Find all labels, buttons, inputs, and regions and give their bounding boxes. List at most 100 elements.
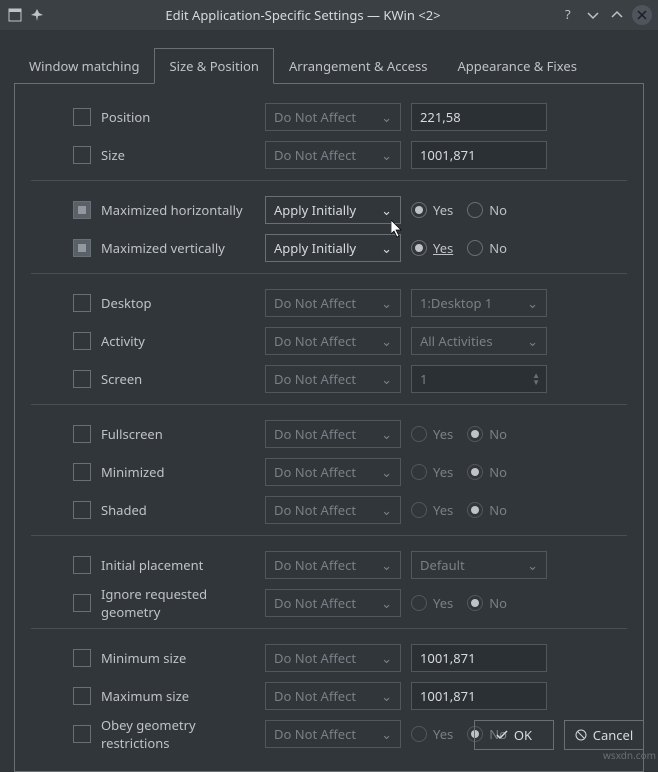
tab-bar: Window matching Size & Position Arrangem…: [0, 30, 658, 84]
rule-shaded[interactable]: Do Not Affect⌄: [265, 496, 401, 524]
chevron-down-icon: ⌄: [381, 425, 392, 443]
chevron-down-icon: ⌄: [381, 146, 392, 164]
row-max-h: Maximized horizontally Apply Initially⌄ …: [73, 195, 627, 225]
rule-position[interactable]: Do Not Affect⌄: [265, 103, 401, 131]
value-activity[interactable]: All Activities⌄: [411, 327, 547, 355]
rule-activity[interactable]: Do Not Affect⌄: [265, 327, 401, 355]
chevron-down-icon: ⌄: [381, 294, 392, 312]
label-max-size: Maximum size: [101, 687, 265, 705]
rule-minimized[interactable]: Do Not Affect⌄: [265, 458, 401, 486]
watermark: wsxdn.com: [603, 748, 656, 762]
value-position[interactable]: 221,58: [411, 103, 547, 131]
rule-size[interactable]: Do Not Affect⌄: [265, 141, 401, 169]
checkbox-minimized[interactable]: [73, 463, 91, 481]
value-screen[interactable]: 1▲▼: [411, 365, 547, 393]
checkbox-min-size[interactable]: [73, 649, 91, 667]
label-position: Position: [101, 108, 265, 126]
chevron-down-icon: ⌄: [381, 687, 392, 705]
chevron-down-icon: ⌄: [527, 294, 538, 312]
rule-min-size[interactable]: Do Not Affect⌄: [265, 644, 401, 672]
dialog-button-bar: OK Cancel: [474, 720, 644, 750]
label-ignore-geo: Ignore requested geometry: [101, 585, 265, 621]
rule-desktop[interactable]: Do Not Affect⌄: [265, 289, 401, 317]
divider: [31, 273, 627, 274]
tab-size-position[interactable]: Size & Position: [154, 48, 273, 84]
divider: [31, 404, 627, 405]
chevron-down-icon: ⌄: [381, 108, 392, 126]
checkbox-screen[interactable]: [73, 370, 91, 388]
label-minimized: Minimized: [101, 463, 265, 481]
cancel-icon: [575, 729, 587, 741]
chevron-down-icon: ⌄: [527, 556, 538, 574]
titlebar: Edit Application-Specific Settings — KWi…: [0, 0, 658, 30]
label-init-place: Initial placement: [101, 556, 265, 574]
chevron-down-icon: ⌄: [527, 332, 538, 350]
rule-obey-geo[interactable]: Do Not Affect⌄: [265, 720, 401, 748]
checkbox-desktop[interactable]: [73, 294, 91, 312]
checkbox-fullscreen[interactable]: [73, 425, 91, 443]
radio-ignore-geo-yes: [411, 595, 427, 611]
checkbox-max-h[interactable]: [73, 201, 91, 219]
maximize-icon[interactable]: [608, 6, 626, 24]
checkbox-size[interactable]: [73, 146, 91, 164]
row-shaded: Shaded Do Not Affect⌄ Yes No: [73, 495, 627, 525]
tab-window-matching[interactable]: Window matching: [14, 48, 154, 84]
tab-appearance-fixes[interactable]: Appearance & Fixes: [442, 48, 591, 84]
close-icon[interactable]: [632, 5, 652, 25]
ok-button[interactable]: OK: [474, 720, 554, 750]
radio-max-h-yes[interactable]: [411, 202, 427, 218]
label-screen: Screen: [101, 370, 265, 388]
rule-fullscreen[interactable]: Do Not Affect⌄: [265, 420, 401, 448]
divider: [31, 535, 627, 536]
row-ignore-geo: Ignore requested geometry Do Not Affect⌄…: [73, 588, 627, 618]
radio-max-h-no[interactable]: [467, 202, 483, 218]
tab-arrangement-access[interactable]: Arrangement & Access: [274, 48, 443, 84]
row-max-size: Maximum size Do Not Affect⌄ 1001,871: [73, 681, 627, 711]
pin-icon[interactable]: [28, 6, 46, 24]
radio-ignore-geo-no: [467, 595, 483, 611]
label-fullscreen: Fullscreen: [101, 425, 265, 443]
checkbox-activity[interactable]: [73, 332, 91, 350]
minimize-icon[interactable]: [584, 6, 602, 24]
value-max-size[interactable]: 1001,871: [411, 682, 547, 710]
divider: [31, 180, 627, 181]
checkbox-init-place[interactable]: [73, 556, 91, 574]
label-activity: Activity: [101, 332, 265, 350]
row-activity: Activity Do Not Affect⌄ All Activities⌄: [73, 326, 627, 356]
checkbox-obey-geo[interactable]: [73, 725, 91, 743]
checkbox-max-v[interactable]: [73, 239, 91, 257]
value-desktop[interactable]: 1:Desktop 1⌄: [411, 289, 547, 317]
checkbox-max-size[interactable]: [73, 687, 91, 705]
row-desktop: Desktop Do Not Affect⌄ 1:Desktop 1⌄: [73, 288, 627, 318]
value-init-place[interactable]: Default⌄: [411, 551, 547, 579]
rule-max-v[interactable]: Apply Initially⌄: [265, 234, 401, 262]
rule-max-size[interactable]: Do Not Affect⌄: [265, 682, 401, 710]
value-min-size[interactable]: 1001,871: [411, 644, 547, 672]
chevron-down-icon: ⌄: [381, 725, 392, 743]
checkbox-ignore-geo[interactable]: [73, 594, 91, 612]
svg-text:?: ?: [565, 9, 571, 21]
help-icon[interactable]: ?: [560, 6, 578, 24]
rule-max-h[interactable]: Apply Initially⌄: [265, 196, 401, 224]
chevron-down-icon: ⌄: [381, 556, 392, 574]
row-init-place: Initial placement Do Not Affect⌄ Default…: [73, 550, 627, 580]
rule-ignore-geo[interactable]: Do Not Affect⌄: [265, 589, 401, 617]
app-menu-icon[interactable]: [6, 6, 24, 24]
checkbox-position[interactable]: [73, 108, 91, 126]
rule-init-place[interactable]: Do Not Affect⌄: [265, 551, 401, 579]
radio-max-v-yes[interactable]: [411, 240, 427, 256]
divider: [31, 628, 627, 629]
radio-obey-geo-yes: [411, 726, 427, 742]
chevron-down-icon: ⌄: [381, 594, 392, 612]
checkbox-shaded[interactable]: [73, 501, 91, 519]
radio-max-v-no[interactable]: [467, 240, 483, 256]
chevron-down-icon: ⌄: [381, 370, 392, 388]
label-shaded: Shaded: [101, 501, 265, 519]
value-size[interactable]: 1001,871: [411, 141, 547, 169]
cancel-button[interactable]: Cancel: [564, 720, 644, 750]
chevron-down-icon: ⌄: [381, 649, 392, 667]
rule-screen[interactable]: Do Not Affect⌄: [265, 365, 401, 393]
radio-minimized-no: [467, 464, 483, 480]
chevron-down-icon: ⌄: [381, 332, 392, 350]
row-min-size: Minimum size Do Not Affect⌄ 1001,871: [73, 643, 627, 673]
